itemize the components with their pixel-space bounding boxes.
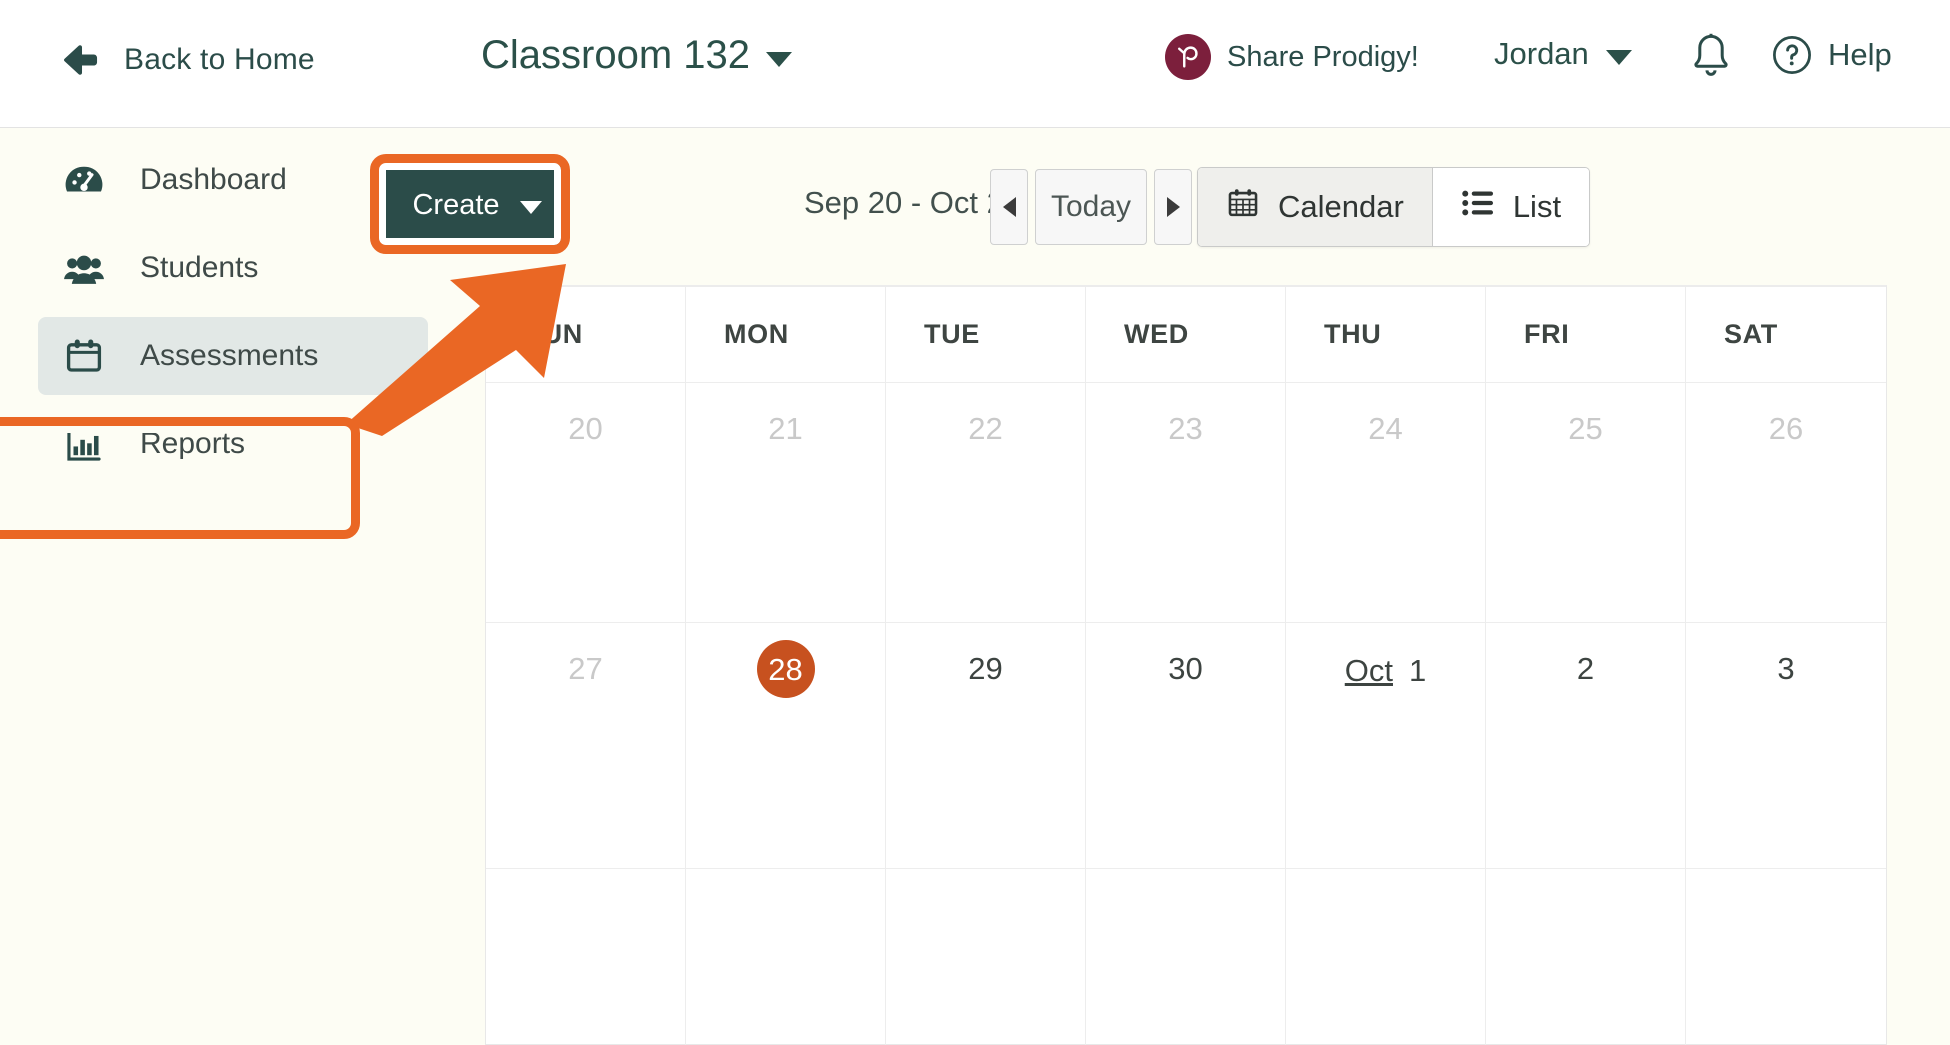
- view-toggle-group: Calendar List: [1197, 167, 1590, 247]
- sidebar-item-reports[interactable]: Reports: [38, 405, 428, 483]
- sidebar-item-assessments[interactable]: Assessments: [38, 317, 428, 395]
- tab-list-view[interactable]: List: [1433, 168, 1589, 246]
- calendar-day-cell[interactable]: [886, 869, 1086, 1045]
- weekday-header-mon: MON: [686, 287, 886, 383]
- calendar-day-cell[interactable]: [486, 869, 686, 1045]
- day-number: 24: [1368, 413, 1402, 622]
- sidebar-item-students[interactable]: Students: [38, 229, 428, 307]
- calendar-grid: SUN MON TUE WED THU FRI SAT 20 21 22 23 …: [485, 285, 1887, 1045]
- calendar-day-cell-today[interactable]: 28: [686, 623, 886, 869]
- create-button-label: Create: [412, 189, 499, 222]
- sidebar-item-label: Dashboard: [140, 163, 287, 197]
- today-button[interactable]: Today: [1035, 169, 1147, 245]
- next-period-button[interactable]: [1154, 169, 1192, 245]
- calendar-day-cell[interactable]: [686, 869, 886, 1045]
- main-content-area: Create Sep 20 - Oct 24 Today Calendar: [482, 129, 1950, 1038]
- month-name: Oct: [1345, 653, 1393, 689]
- calendar-day-cell[interactable]: 30: [1086, 623, 1286, 869]
- bell-icon: [1687, 32, 1735, 84]
- people-icon: [62, 246, 106, 290]
- gauge-icon: [62, 158, 106, 202]
- day-number: 29: [968, 653, 1002, 868]
- day-number: 30: [1168, 653, 1202, 868]
- calendar-day-cell[interactable]: [1286, 869, 1486, 1045]
- bar-chart-icon: [62, 422, 106, 466]
- calendar-week-row: 20 21 22 23 24 25 26: [486, 383, 1886, 623]
- calendar-day-cell[interactable]: 20: [486, 383, 686, 623]
- calendar-day-cell[interactable]: 22: [886, 383, 1086, 623]
- calendar-day-cell[interactable]: 25: [1486, 383, 1686, 623]
- day-number: 1: [1409, 655, 1426, 686]
- calendar-day-cell[interactable]: 24: [1286, 383, 1486, 623]
- weekday-header-thu: THU: [1286, 287, 1486, 383]
- tab-calendar-label: Calendar: [1278, 189, 1404, 225]
- calendar-icon: [62, 334, 106, 378]
- question-circle-icon: [1770, 33, 1814, 77]
- sidebar-item-dashboard[interactable]: Dashboard: [38, 141, 428, 219]
- calendar-week-row: [486, 869, 1886, 1045]
- user-menu-button[interactable]: Jordan: [1494, 36, 1632, 72]
- day-number-today: 28: [757, 640, 815, 698]
- list-icon: [1461, 188, 1495, 226]
- day-number: 20: [568, 413, 602, 622]
- calendar-day-cell[interactable]: [1086, 869, 1286, 1045]
- day-number: 23: [1168, 413, 1202, 622]
- classroom-title-dropdown[interactable]: Classroom 132: [481, 33, 792, 78]
- calendar-day-cell[interactable]: 2: [1486, 623, 1686, 869]
- back-to-home-button[interactable]: Back to Home: [58, 38, 315, 82]
- previous-period-button[interactable]: [990, 169, 1028, 245]
- day-number: 21: [768, 413, 802, 622]
- chevron-down-icon: [1606, 50, 1632, 65]
- today-button-label: Today: [1051, 190, 1131, 224]
- calendar-weekday-header-row: SUN MON TUE WED THU FRI SAT: [486, 287, 1886, 383]
- back-to-home-label: Back to Home: [124, 43, 315, 77]
- weekday-header-sat: SAT: [1686, 287, 1886, 383]
- top-header-bar: Back to Home Classroom 132 Share Prodigy…: [0, 0, 1950, 128]
- tab-list-label: List: [1513, 189, 1561, 225]
- share-prodigy-label: Share Prodigy!: [1227, 41, 1419, 74]
- date-range-label: Sep 20 - Oct 24: [804, 185, 1021, 221]
- arrow-left-icon: [58, 38, 102, 82]
- share-prodigy-button[interactable]: Share Prodigy!: [1165, 34, 1419, 80]
- tab-calendar-view[interactable]: Calendar: [1198, 168, 1433, 246]
- weekday-header-sun: SUN: [486, 287, 686, 383]
- day-number: 22: [968, 413, 1002, 622]
- calendar-day-cell[interactable]: 26: [1686, 383, 1886, 623]
- notifications-button[interactable]: [1687, 32, 1735, 89]
- help-label: Help: [1828, 37, 1892, 73]
- calendar-day-cell[interactable]: 21: [686, 383, 886, 623]
- day-number: 3: [1777, 653, 1794, 868]
- calendar-week-row: 27 28 29 30 Oct 1 2 3: [486, 623, 1886, 869]
- help-button[interactable]: Help: [1770, 33, 1892, 77]
- day-number: 2: [1577, 653, 1594, 868]
- classroom-title-label: Classroom 132: [481, 33, 750, 78]
- chevron-down-icon: [520, 201, 542, 214]
- weekday-header-fri: FRI: [1486, 287, 1686, 383]
- calendar-day-cell[interactable]: [1686, 869, 1886, 1045]
- calendar-day-cell[interactable]: 27: [486, 623, 686, 869]
- left-sidebar: Dashboard Students Assessments: [0, 129, 482, 1038]
- day-number: 27: [568, 653, 602, 868]
- sidebar-item-label: Assessments: [140, 339, 318, 373]
- chevron-down-icon: [766, 52, 792, 67]
- create-button[interactable]: Create: [386, 164, 568, 246]
- month-start-label: Oct 1: [1345, 653, 1426, 868]
- calendar-day-cell[interactable]: [1486, 869, 1686, 1045]
- sidebar-item-label: Students: [140, 251, 258, 285]
- prodigy-logo-icon: [1165, 34, 1211, 80]
- chevron-left-icon: [1003, 197, 1016, 217]
- calendar-day-cell[interactable]: 23: [1086, 383, 1286, 623]
- day-number: 25: [1568, 413, 1602, 622]
- weekday-header-wed: WED: [1086, 287, 1286, 383]
- calendar-day-cell[interactable]: Oct 1: [1286, 623, 1486, 869]
- calendar-nav-group: Today: [990, 169, 1192, 245]
- weekday-header-tue: TUE: [886, 287, 1086, 383]
- calendar-icon: [1226, 186, 1260, 228]
- chevron-right-icon: [1167, 197, 1180, 217]
- sidebar-item-label: Reports: [140, 427, 245, 461]
- user-name-label: Jordan: [1494, 36, 1589, 72]
- day-number: 26: [1769, 413, 1803, 622]
- calendar-day-cell[interactable]: 29: [886, 623, 1086, 869]
- calendar-day-cell[interactable]: 3: [1686, 623, 1886, 869]
